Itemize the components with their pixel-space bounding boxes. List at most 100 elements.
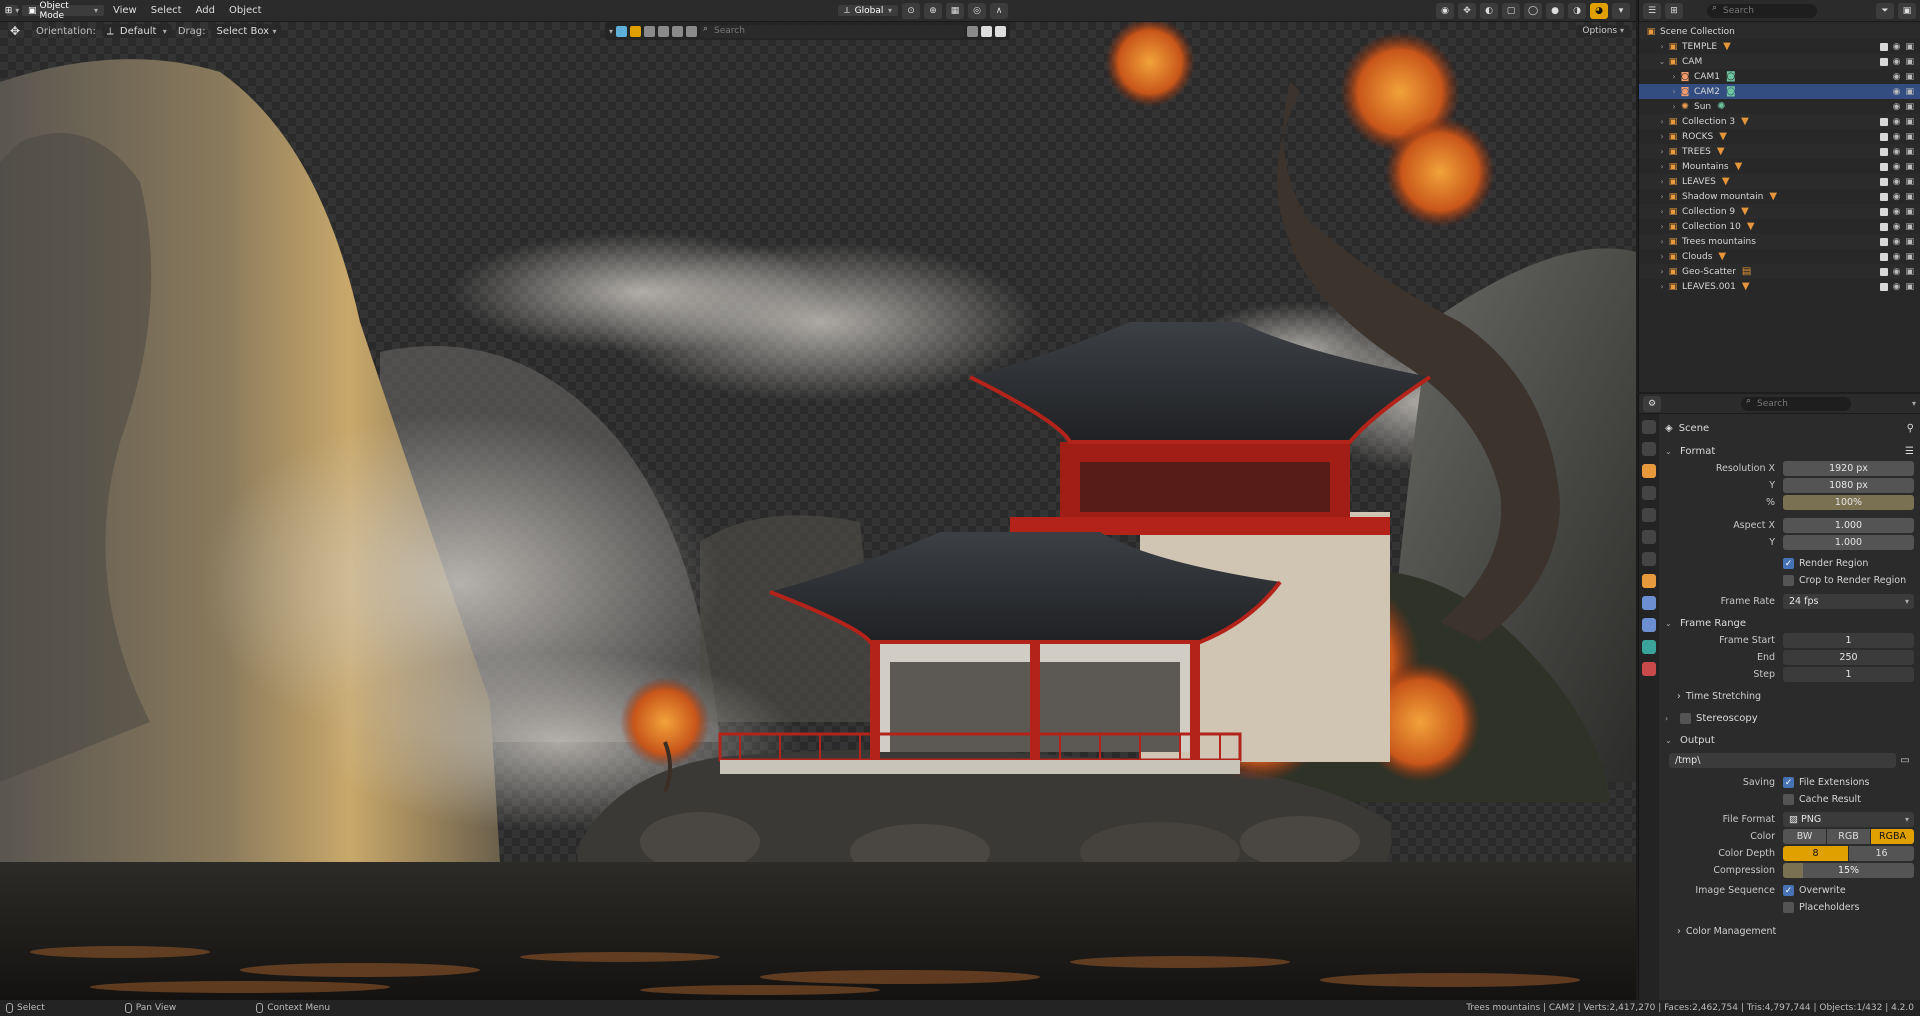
drag-dropdown[interactable]: Select Box ▾ [211,24,282,38]
collection-tab-icon[interactable] [1642,552,1656,566]
eye-icon[interactable]: ◉ [1893,117,1901,127]
render-camera-icon[interactable]: ▣ [1905,102,1914,112]
viewport-search-input[interactable]: Search [700,24,964,38]
render-camera-icon[interactable]: ▣ [1905,132,1914,142]
outliner-row[interactable]: › ▣ TEMPLE ▼ ◉ ▣ [1639,39,1920,54]
placeholders-checkbox[interactable]: Placeholders [1783,902,1859,913]
eye-icon[interactable]: ◉ [1893,237,1901,247]
outliner-row[interactable]: › ▣ LEAVES ▼ ◉ ▣ [1639,174,1920,189]
color-management-subpanel[interactable]: › Color Management [1665,922,1914,940]
render-tab-icon[interactable] [1642,442,1656,456]
render-camera-icon[interactable]: ▣ [1905,222,1914,232]
eye-icon[interactable]: ◉ [1893,147,1901,157]
menu-add[interactable]: Add [191,5,220,16]
shading-material-icon[interactable]: ◑ [1568,2,1586,19]
chevron-right-icon[interactable]: › [1657,42,1667,51]
filter-light-icon[interactable] [644,25,656,37]
render-camera-icon[interactable]: ▣ [1905,267,1914,277]
transform-orientation-selector[interactable]: ⟂ Global ▾ [838,5,898,16]
render-camera-icon[interactable]: ▣ [1905,237,1914,247]
color-bw-option[interactable]: BW [1783,829,1826,844]
exclude-checkbox-icon[interactable] [1879,132,1888,141]
eye-icon[interactable]: ◉ [1893,102,1901,112]
filter-empty-icon[interactable] [672,25,684,37]
outliner-row[interactable]: › ▣ Collection 10 ▼ ◉ ▣ [1639,219,1920,234]
exclude-checkbox-icon[interactable] [1879,192,1888,201]
chevron-right-icon[interactable]: › [1657,177,1667,186]
chevron-right-icon[interactable]: › [1657,207,1667,216]
cache-result-checkbox[interactable]: Cache Result [1783,794,1861,805]
exclude-checkbox-icon[interactable] [1879,162,1888,171]
overwrite-checkbox[interactable]: ✓ Overwrite [1783,885,1846,896]
outliner-row[interactable]: › ✺ Sun ✺ ◉ ▣ [1639,99,1920,114]
exclude-checkbox-icon[interactable] [1879,57,1888,66]
outliner-row[interactable]: › ▣ LEAVES.001 ▼ ◉ ▣ [1639,279,1920,294]
outliner-row[interactable]: › ▣ Collection 3 ▼ ◉ ▣ [1639,114,1920,129]
render-camera-icon[interactable]: ▣ [1905,162,1914,172]
properties-search-input[interactable]: Search [1741,396,1851,411]
render-camera-icon[interactable]: ▣ [1905,57,1914,67]
exclude-checkbox-icon[interactable] [1879,42,1888,51]
crop-region-checkbox[interactable]: Crop to Render Region [1783,575,1906,586]
frame-end-field[interactable]: 250 [1783,650,1914,665]
outliner-row[interactable]: › ▣ TREES ▼ ◉ ▣ [1639,144,1920,159]
outliner-row[interactable]: ▣ Scene Collection [1639,24,1920,39]
filter-camera-icon[interactable] [658,25,670,37]
chevron-right-icon[interactable]: › [1657,222,1667,231]
pivot-point-icon[interactable]: ⊙ [902,2,920,19]
resolution-x-field[interactable]: 1920 px [1783,461,1914,476]
view-layer-tab-icon[interactable] [1642,486,1656,500]
eye-icon[interactable]: ◉ [1893,132,1901,142]
chevron-right-icon[interactable]: › [1657,147,1667,156]
render-camera-icon[interactable]: ▣ [1905,282,1914,292]
menu-object[interactable]: Object [224,5,267,16]
render-camera-icon[interactable]: ▣ [1905,72,1914,82]
eye-icon[interactable]: ◉ [1893,57,1901,67]
proportional-edit-icon[interactable]: ◎ [968,2,986,19]
texture-tab-icon[interactable] [1642,662,1656,676]
chevron-down-icon[interactable]: ⌄ [1657,57,1667,66]
chevron-down-icon[interactable]: ▾ [1912,399,1916,408]
render-camera-icon[interactable]: ▣ [1905,192,1914,202]
mode-selector[interactable]: ▣ Object Mode ▾ [22,1,104,21]
frame-step-field[interactable]: 1 [1783,667,1914,682]
eye-icon[interactable]: ◉ [1893,162,1901,172]
eye-icon[interactable]: ◉ [1893,282,1901,292]
chevron-right-icon[interactable]: › [1657,282,1667,291]
outliner-editor-icon[interactable]: ☰ [1643,2,1661,19]
display-mode-icon[interactable]: ⊞ [1665,2,1683,19]
exclude-checkbox-icon[interactable] [1879,282,1888,291]
physics-tab-icon[interactable] [1642,596,1656,610]
resolution-percent-field[interactable]: 100% [1783,495,1914,510]
compression-slider[interactable]: 15% [1783,863,1914,878]
outliner-row[interactable]: › ▣ Collection 9 ▼ ◉ ▣ [1639,204,1920,219]
chevron-right-icon[interactable]: › [1657,267,1667,276]
chevron-down-icon[interactable]: ▾ [609,27,613,36]
exclude-checkbox-icon[interactable] [1879,252,1888,261]
chevron-right-icon[interactable]: › [1669,102,1679,111]
chevron-right-icon[interactable]: › [1657,132,1667,141]
filter-funnel-icon[interactable] [995,25,1006,37]
sort-icon[interactable] [981,25,992,37]
object-tab-icon[interactable] [1642,574,1656,588]
frame-range-panel-header[interactable]: ⌄ Frame Range [1665,614,1914,632]
pin-icon[interactable]: ⚲ [1907,423,1914,434]
snap-target-icon[interactable]: ▦ [946,2,964,19]
filter-funnel-icon[interactable]: ⏷ [1876,2,1894,19]
eye-icon[interactable]: ◉ [1893,87,1901,97]
eye-icon[interactable]: ◉ [1893,267,1901,277]
render-camera-icon[interactable]: ▣ [1905,177,1914,187]
scene-tab-icon[interactable] [1642,508,1656,522]
eye-icon[interactable]: ◉ [1893,192,1901,202]
outliner-search-input[interactable]: Search [1707,3,1817,18]
eye-icon[interactable]: ◉ [1893,42,1901,52]
aspect-y-field[interactable]: 1.000 [1783,535,1914,550]
eye-icon[interactable]: ◉ [1893,72,1901,82]
visibility-icon[interactable]: ◉ [1436,2,1454,19]
shading-rendered-icon[interactable]: ◕ [1590,2,1608,19]
outliner-row[interactable]: › ▣ Shadow mountain ▼ ◉ ▣ [1639,189,1920,204]
stereoscopy-panel-header[interactable]: › Stereoscopy [1665,709,1914,727]
chevron-right-icon[interactable]: › [1669,87,1679,96]
orientation-dropdown[interactable]: ⟂ Default ▾ [101,24,172,38]
snap-icon[interactable]: ⊕ [924,2,942,19]
